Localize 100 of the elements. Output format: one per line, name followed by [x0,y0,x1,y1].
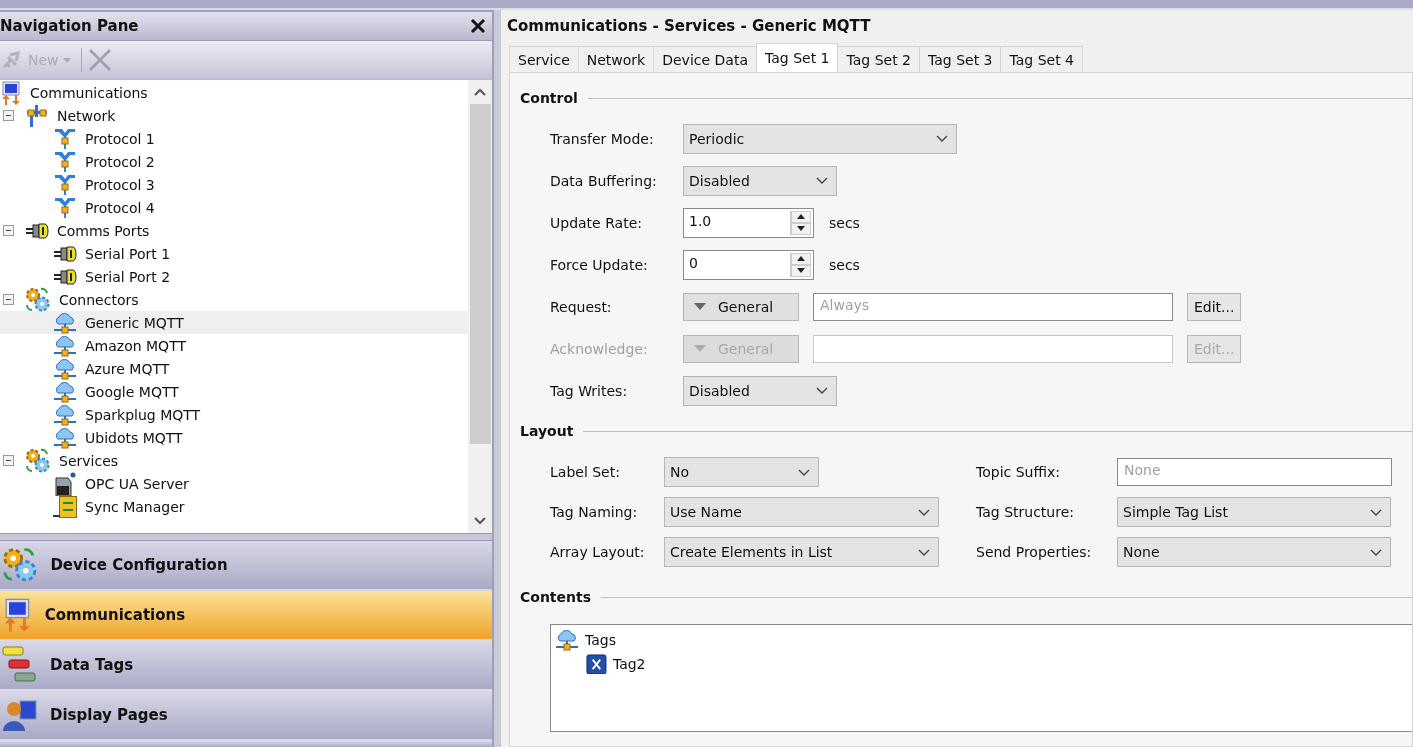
field-label: Send Properties: [976,544,1092,560]
dropdown[interactable]: No [664,457,819,487]
collapse-toggle[interactable] [3,455,14,466]
chevron-down-icon [816,177,828,184]
collapse-toggle[interactable] [3,294,14,305]
field-label: Update Rate: [550,214,643,231]
gears-icon [25,447,51,474]
section-button[interactable]: Communications [0,591,492,641]
dropdown[interactable]: Periodic [683,123,957,154]
tree-item[interactable]: Connectors [0,288,468,311]
dropdown[interactable]: Disabled [683,165,837,196]
tab[interactable]: Tag Set 1 [756,43,839,72]
tree-item[interactable]: OPC UA Server [0,472,468,495]
tree-item[interactable]: Serial Port 2 [0,265,468,288]
collapse-toggle[interactable] [3,225,14,236]
tree-item[interactable]: Protocol 4 [0,196,468,219]
pipe-split-icon [53,195,77,220]
cloud-network-icon [53,356,77,381]
delete-icon [87,48,112,72]
field-label: Request: [550,298,613,315]
tree-item[interactable]: Azure MQTT [0,357,468,380]
dropdown[interactable]: None [1117,537,1391,567]
tree-item[interactable]: Protocol 2 [0,150,468,173]
chevron-down-icon [1370,548,1382,556]
cloud-network-icon [53,379,77,404]
monitor-icon [0,80,22,105]
section-button[interactable]: Device Configuration [0,541,492,591]
unit-label: secs [829,256,860,273]
dropdown[interactable]: Disabled [683,375,837,406]
splitter-handle[interactable] [0,533,492,541]
field-label: Tag Structure: [976,504,1074,520]
plug-icon [25,220,49,241]
server-icon [53,471,77,496]
variable-icon [586,653,607,675]
tree-item[interactable]: Google MQTT [0,380,468,403]
pipe-split-icon [53,172,77,197]
collapse-toggle[interactable] [3,110,14,121]
tags-icon [2,645,38,685]
tree-item[interactable]: Serial Port 1 [0,242,468,265]
plug-icon [53,243,77,264]
dropdown-button[interactable]: General [683,292,799,321]
dropdown[interactable]: Simple Tag List [1117,497,1391,527]
spin-buttons[interactable] [790,210,811,235]
section-heading: Layout [520,423,574,439]
sync-icon [53,495,77,518]
field-label: Force Update: [550,256,649,273]
pipe-split-icon [53,126,77,151]
tree-item[interactable]: Network [0,104,468,127]
number-field[interactable]: 0 [683,249,814,280]
down-arrow-icon [797,268,805,273]
down-arrow-icon [797,226,805,231]
person-screen-icon [2,697,38,733]
caret-icon [62,57,71,63]
number-field[interactable]: 1.0 [683,207,814,238]
field-label: Topic Suffix: [976,464,1060,480]
tree-item[interactable]: Protocol 3 [0,173,468,196]
list-item[interactable]: Tags [555,628,1408,652]
chevron-down-icon [1370,508,1382,516]
chevron-down-icon [816,387,828,394]
tree-item[interactable]: Generic MQTT [0,311,468,334]
tree-item[interactable]: Comms Ports [0,219,468,242]
pipe-split-icon [53,149,77,174]
up-arrow-icon [797,214,805,219]
chevron-up-icon [474,88,486,96]
tree-item[interactable]: Protocol 1 [0,127,468,150]
caret-icon [694,345,706,352]
field-label: Label Set: [550,464,620,480]
chevron-down-icon [918,508,930,516]
cloud-network-icon [53,425,77,450]
cloud-network-icon [555,628,579,652]
chevron-down-icon [798,468,810,476]
list-item[interactable]: Tag2 [555,652,1408,676]
section-button[interactable]: Display Pages [0,691,492,741]
scrollbar[interactable] [468,80,492,533]
text-field[interactable]: Always [813,292,1173,321]
section-heading: Contents [520,589,592,605]
network-icon [25,104,49,127]
tree-item[interactable]: Sparkplug MQTT [0,403,468,426]
section-button[interactable]: Data Tags [0,641,492,691]
tab[interactable]: Service [509,46,579,72]
close-icon [470,18,486,34]
spin-buttons[interactable] [790,252,811,277]
plug-icon [53,266,77,287]
cloud-network-icon [53,402,77,427]
gears-icon [2,546,39,584]
tree-item[interactable]: Communications [0,81,468,104]
field-label: Data Buffering: [550,172,658,189]
dropdown[interactable]: Create Elements in List [664,537,939,567]
tree-item[interactable]: Sync Manager [0,495,468,518]
edit-button[interactable]: Edit... [1187,292,1242,321]
text-field[interactable]: None [1117,458,1392,486]
tree-item[interactable]: Services [0,449,468,472]
field-label: Transfer Mode: [550,130,655,147]
editor-title: Communications - Services - Generic MQTT [506,16,872,37]
tab[interactable]: Tag Set 4 [1000,46,1083,72]
dropdown[interactable]: Use Name [664,497,939,527]
tree-item[interactable]: Amazon MQTT [0,334,468,357]
chevron-down-icon [936,135,948,142]
tree-item[interactable]: Ubidots MQTT [0,426,468,449]
gears-icon [25,286,51,313]
